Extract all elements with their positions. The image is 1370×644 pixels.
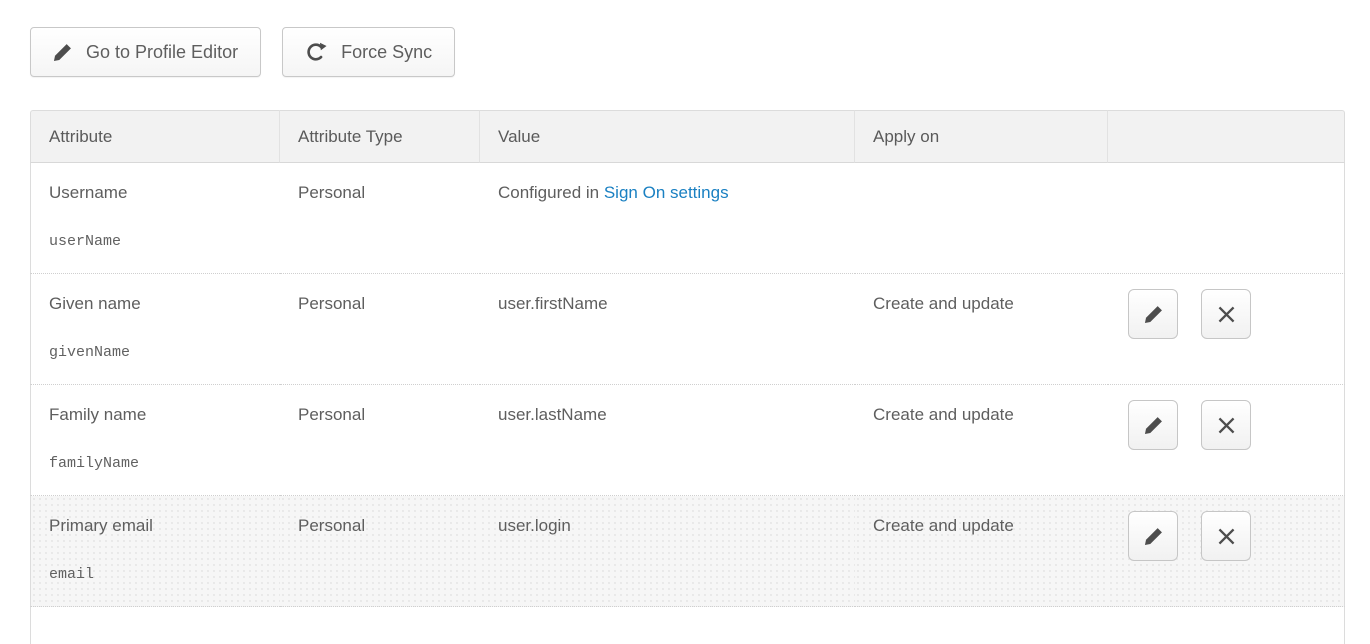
attribute-variable-name: email: [49, 566, 262, 583]
attribute-type: Personal: [298, 182, 462, 204]
force-sync-label: Force Sync: [341, 42, 432, 63]
x-icon: [1217, 305, 1236, 324]
table-row-given-name: Given name givenName Personal user.first…: [30, 274, 1345, 385]
toolbar: Go to Profile Editor Force Sync: [30, 27, 455, 77]
edit-attribute-button[interactable]: [1128, 289, 1178, 339]
x-icon: [1217, 527, 1236, 546]
attribute-value: user.login: [498, 515, 837, 537]
attribute-type: Personal: [298, 515, 462, 537]
attribute-value: user.firstName: [498, 293, 837, 315]
attribute-variable-name: userName: [49, 233, 262, 250]
table-row-primary-email: Primary email email Personal user.login …: [30, 496, 1345, 607]
sign-on-settings-link[interactable]: Sign On settings: [604, 183, 729, 202]
attribute-label: Given name: [49, 293, 262, 315]
row-actions: [1128, 289, 1326, 339]
apply-on-value: Create and update: [873, 515, 1090, 537]
attribute-type: Personal: [298, 404, 462, 426]
col-header-attribute-type: Attribute Type: [280, 110, 480, 163]
edit-attribute-button[interactable]: [1128, 400, 1178, 450]
attribute-mappings-page: Go to Profile Editor Force Sync Attribut…: [0, 0, 1370, 644]
remove-attribute-button[interactable]: [1201, 289, 1251, 339]
apply-on-value: Create and update: [873, 293, 1090, 315]
attribute-label: Family name: [49, 404, 262, 426]
remove-attribute-button[interactable]: [1201, 511, 1251, 561]
attribute-type: Personal: [298, 293, 462, 315]
col-header-apply-on: Apply on: [855, 110, 1108, 163]
attribute-mappings-table: Attribute Attribute Type Value Apply on …: [30, 110, 1345, 644]
edit-attribute-button[interactable]: [1128, 511, 1178, 561]
attribute-label: Username: [49, 182, 262, 204]
row-actions: [1128, 400, 1326, 450]
col-header-value: Value: [480, 110, 855, 163]
pencil-icon: [1144, 416, 1163, 435]
attribute-value: user.lastName: [498, 404, 837, 426]
attribute-label: Primary email: [49, 515, 262, 537]
attribute-value: Configured in Sign On settings: [498, 182, 837, 204]
refresh-icon: [305, 41, 327, 63]
col-header-attribute: Attribute: [30, 110, 280, 163]
go-to-profile-editor-label: Go to Profile Editor: [86, 42, 238, 63]
row-actions: [1128, 511, 1326, 561]
pencil-icon: [1144, 527, 1163, 546]
pencil-icon: [53, 43, 72, 62]
table-header: Attribute Attribute Type Value Apply on: [30, 110, 1345, 163]
force-sync-button[interactable]: Force Sync: [282, 27, 455, 77]
value-prefix-text: Configured in: [498, 183, 604, 202]
table-row-partial: [30, 607, 1345, 644]
col-header-actions: [1108, 110, 1345, 163]
attribute-variable-name: familyName: [49, 455, 262, 472]
attribute-variable-name: givenName: [49, 344, 262, 361]
table-row-family-name: Family name familyName Personal user.las…: [30, 385, 1345, 496]
table-row-username: Username userName Personal Configured in…: [30, 163, 1345, 274]
remove-attribute-button[interactable]: [1201, 400, 1251, 450]
apply-on-value: Create and update: [873, 404, 1090, 426]
pencil-icon: [1144, 305, 1163, 324]
go-to-profile-editor-button[interactable]: Go to Profile Editor: [30, 27, 261, 77]
x-icon: [1217, 416, 1236, 435]
